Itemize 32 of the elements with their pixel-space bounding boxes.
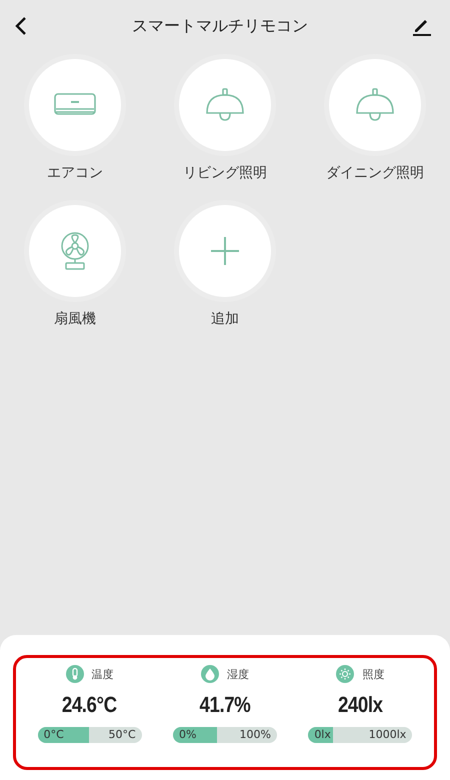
sensor-value: 240lx [338,692,383,718]
device-button[interactable] [29,205,121,297]
device-button[interactable] [329,59,421,151]
fan-icon [59,232,91,270]
sensor-value: 24.6°C [62,692,118,718]
sensor-label: 湿度 [226,666,249,682]
sun-icon [336,665,354,683]
screen-title: スマートマルチリモコン [132,16,308,36]
device-button[interactable] [179,59,271,151]
device-button[interactable] [29,59,121,151]
air-conditioner-icon [54,93,96,117]
device-label: リビング照明 [183,164,267,182]
add-device-button[interactable] [179,205,271,297]
device-label: 扇風機 [54,310,96,328]
device-label: エアコン [47,164,103,182]
range-max: 100% [240,727,271,743]
range-min: 0% [178,727,196,743]
range-max: 1000lx [368,727,406,743]
plus-icon [210,236,240,266]
sensor-label: 温度 [92,666,114,682]
sensor-label: 照度 [362,666,384,682]
droplet-icon [200,665,219,683]
thermometer-icon [66,665,84,683]
range-min: 0lx [314,727,331,743]
sensor-value: 41.7% [200,692,250,718]
pendant-lamp-icon [205,88,245,122]
range-max: 50°C [108,727,136,743]
device-label: ダイニング照明 [326,164,424,182]
pendant-lamp-icon [355,88,395,122]
device-label: 追加 [211,310,239,328]
range-min: 0°C [44,727,64,743]
back-button[interactable] [14,16,28,36]
